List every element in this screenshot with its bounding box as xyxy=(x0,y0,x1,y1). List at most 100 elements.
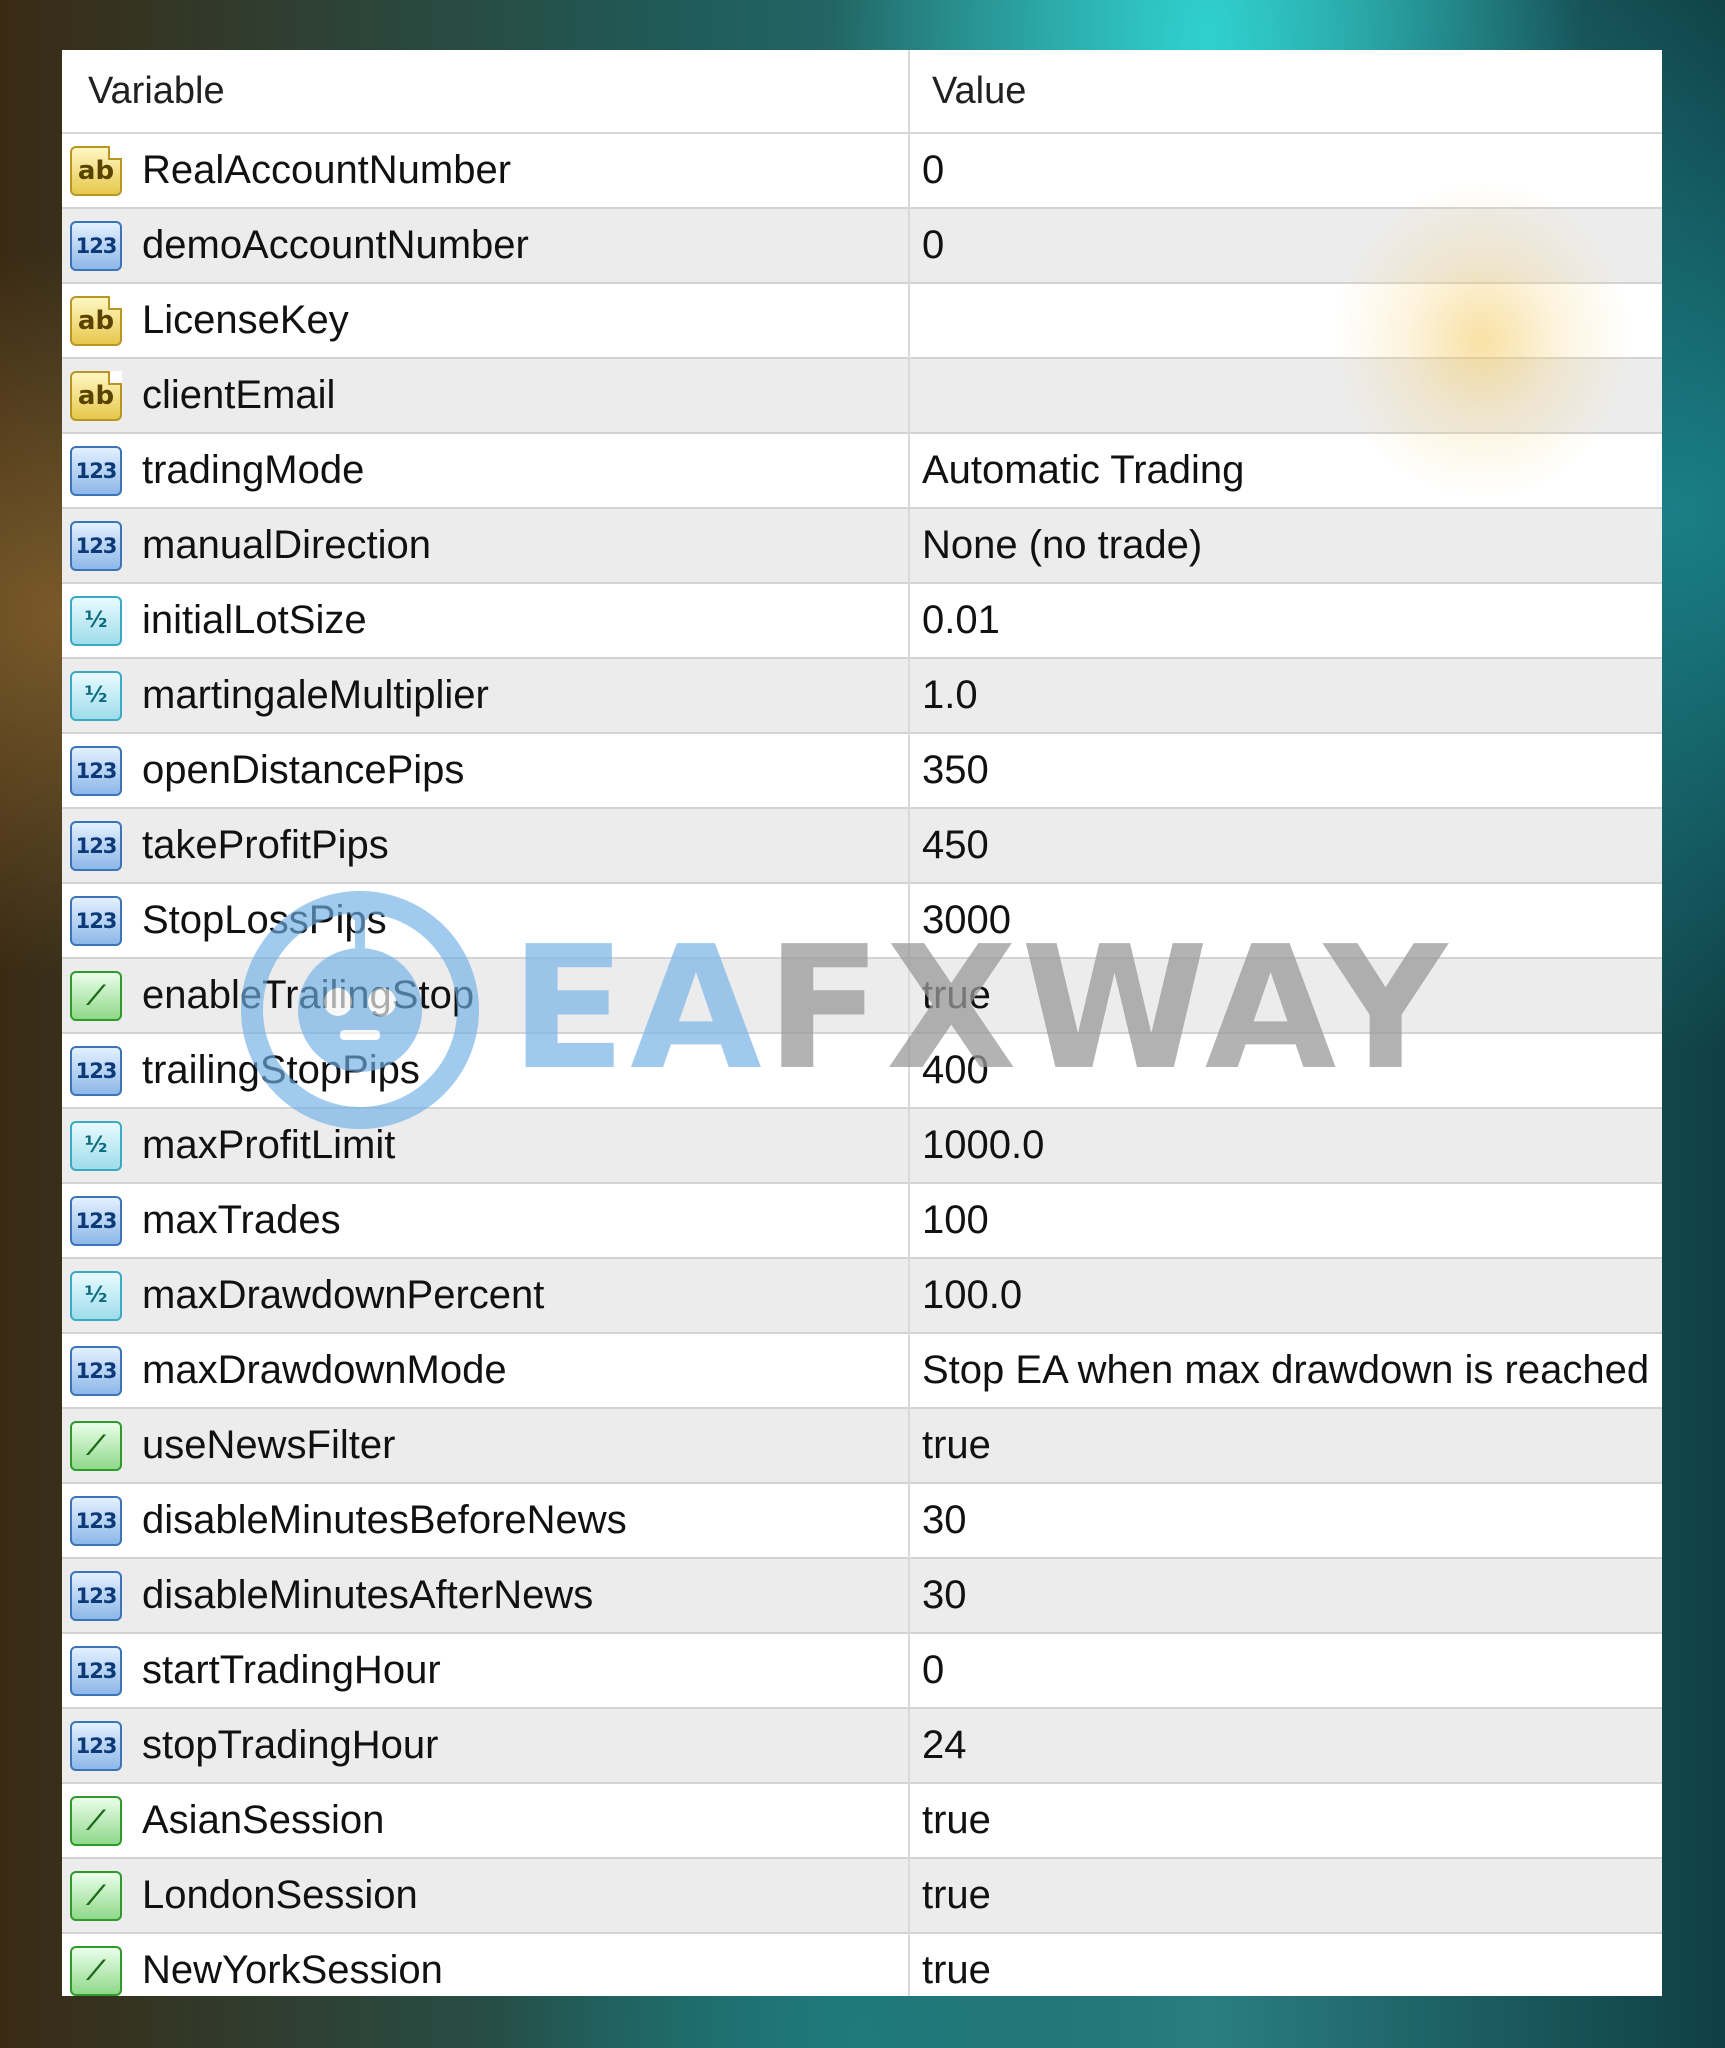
integer-type-icon: 123 xyxy=(70,1196,122,1246)
table-row[interactable]: 123 disableMinutesBeforeNews 30 xyxy=(62,1484,1662,1559)
column-header-variable[interactable]: Variable xyxy=(88,50,225,132)
variable-value[interactable]: 0.01 xyxy=(922,584,1000,657)
variable-value[interactable]: Stop EA when max drawdown is reached xyxy=(922,1334,1649,1407)
variable-name: maxProfitLimit xyxy=(142,1123,396,1167)
variable-name: tradingMode xyxy=(142,448,365,492)
variable-name: demoAccountNumber xyxy=(142,223,529,267)
table-row[interactable]: 123 maxDrawdownMode Stop EA when max drawd… xyxy=(62,1334,1662,1409)
table-row[interactable]: ab RealAccountNumber 0 xyxy=(62,134,1662,209)
variable-name: trailingStopPips xyxy=(142,1048,420,1092)
variable-value[interactable]: true xyxy=(922,959,991,1032)
variable-value[interactable]: 0 xyxy=(922,134,944,207)
variable-value[interactable]: 100 xyxy=(922,1184,989,1257)
integer-type-icon: 123 xyxy=(70,1571,122,1621)
table-row[interactable]: ⟋ LondonSession true xyxy=(62,1859,1662,1934)
variable-name: maxDrawdownMode xyxy=(142,1348,507,1392)
variable-value[interactable]: 30 xyxy=(922,1559,967,1632)
table-row[interactable]: 123 StopLossPips 3000 xyxy=(62,884,1662,959)
variable-value[interactable]: 0 xyxy=(922,209,944,282)
integer-type-icon: 123 xyxy=(70,521,122,571)
variable-value[interactable]: 1000.0 xyxy=(922,1109,1044,1182)
table-row[interactable]: ab clientEmail xyxy=(62,359,1662,434)
variable-name: maxDrawdownPercent xyxy=(142,1273,545,1317)
table-row[interactable]: 123 trailingStopPips 400 xyxy=(62,1034,1662,1109)
boolean-type-icon: ⟋ xyxy=(70,971,122,1021)
integer-type-icon: 123 xyxy=(70,1046,122,1096)
integer-type-icon: 123 xyxy=(70,1496,122,1546)
table-row[interactable]: 123 startTradingHour 0 xyxy=(62,1634,1662,1709)
double-type-icon: ½ xyxy=(70,1271,122,1321)
variable-name: takeProfitPips xyxy=(142,823,389,867)
table-row[interactable]: ab LicenseKey xyxy=(62,284,1662,359)
integer-type-icon: 123 xyxy=(70,221,122,271)
table-row[interactable]: 123 stopTradingHour 24 xyxy=(62,1709,1662,1784)
table-row[interactable]: 123 disableMinutesAfterNews 30 xyxy=(62,1559,1662,1634)
variable-value[interactable]: 1.0 xyxy=(922,659,978,732)
variable-name: startTradingHour xyxy=(142,1648,441,1692)
variable-value[interactable]: true xyxy=(922,1934,991,1996)
variable-value[interactable]: 400 xyxy=(922,1034,989,1107)
table-row[interactable]: ½ maxProfitLimit 1000.0 xyxy=(62,1109,1662,1184)
variable-name: enableTrailingStop xyxy=(142,973,475,1017)
boolean-type-icon: ⟋ xyxy=(70,1871,122,1921)
inputs-table-body: ab RealAccountNumber 0 123 demoAccountNumber… xyxy=(62,134,1662,1996)
variable-name: RealAccountNumber xyxy=(142,148,512,192)
integer-type-icon: 123 xyxy=(70,1646,122,1696)
variable-value[interactable]: 0 xyxy=(922,1634,944,1707)
integer-type-icon: 123 xyxy=(70,746,122,796)
variable-value[interactable]: Automatic Trading xyxy=(922,434,1244,507)
variable-value[interactable]: None (no trade) xyxy=(922,509,1202,582)
variable-value[interactable]: true xyxy=(922,1784,991,1857)
table-row[interactable]: 123 maxTrades 100 xyxy=(62,1184,1662,1259)
table-row[interactable]: ⟋ useNewsFilter true xyxy=(62,1409,1662,1484)
variable-value[interactable]: true xyxy=(922,1409,991,1482)
table-header: Variable Value xyxy=(62,50,1662,134)
table-row[interactable]: ⟋ enableTrailingStop true xyxy=(62,959,1662,1034)
variable-value[interactable]: 100.0 xyxy=(922,1259,1022,1332)
variable-name: LicenseKey xyxy=(142,298,349,342)
table-row[interactable]: ⟋ AsianSession true xyxy=(62,1784,1662,1859)
variable-name: NewYorkSession xyxy=(142,1948,443,1992)
variable-value[interactable]: true xyxy=(922,1859,991,1932)
boolean-type-icon: ⟋ xyxy=(70,1421,122,1471)
table-row[interactable]: 123 openDistancePips 350 xyxy=(62,734,1662,809)
variable-value[interactable]: 350 xyxy=(922,734,989,807)
table-row[interactable]: ½ martingaleMultiplier 1.0 xyxy=(62,659,1662,734)
table-row[interactable]: ½ maxDrawdownPercent 100.0 xyxy=(62,1259,1662,1334)
double-type-icon: ½ xyxy=(70,671,122,721)
variable-value[interactable]: 450 xyxy=(922,809,989,882)
variable-name: LondonSession xyxy=(142,1873,418,1917)
table-row[interactable]: 123 demoAccountNumber 0 xyxy=(62,209,1662,284)
integer-type-icon: 123 xyxy=(70,896,122,946)
table-row[interactable]: 123 takeProfitPips 450 xyxy=(62,809,1662,884)
column-header-value[interactable]: Value xyxy=(932,50,1026,132)
variable-value[interactable]: 30 xyxy=(922,1484,967,1557)
variable-value[interactable]: 3000 xyxy=(922,884,1011,957)
variable-name: manualDirection xyxy=(142,523,432,567)
integer-type-icon: 123 xyxy=(70,446,122,496)
table-row[interactable]: 123 tradingMode Automatic Trading xyxy=(62,434,1662,509)
variable-name: useNewsFilter xyxy=(142,1423,396,1467)
column-divider[interactable] xyxy=(908,50,910,1996)
string-type-icon: ab xyxy=(70,146,122,196)
variable-name: stopTradingHour xyxy=(142,1723,439,1767)
string-type-icon: ab xyxy=(70,371,122,421)
double-type-icon: ½ xyxy=(70,596,122,646)
variable-name: disableMinutesAfterNews xyxy=(142,1573,594,1617)
variable-name: disableMinutesBeforeNews xyxy=(142,1498,627,1542)
integer-type-icon: 123 xyxy=(70,1721,122,1771)
variable-value[interactable]: 24 xyxy=(922,1709,967,1782)
double-type-icon: ½ xyxy=(70,1121,122,1171)
variable-name: maxTrades xyxy=(142,1198,341,1242)
variable-name: initialLotSize xyxy=(142,598,367,642)
table-row[interactable]: ⟋ NewYorkSession true xyxy=(62,1934,1662,1996)
variable-name: StopLossPips xyxy=(142,898,387,942)
table-row[interactable]: 123 manualDirection None (no trade) xyxy=(62,509,1662,584)
variable-name: clientEmail xyxy=(142,373,336,417)
variable-name: martingaleMultiplier xyxy=(142,673,489,717)
boolean-type-icon: ⟋ xyxy=(70,1796,122,1846)
inputs-panel: Variable Value ab RealAccountNumber 0 123 de… xyxy=(62,50,1662,1996)
integer-type-icon: 123 xyxy=(70,821,122,871)
integer-type-icon: 123 xyxy=(70,1346,122,1396)
table-row[interactable]: ½ initialLotSize 0.01 xyxy=(62,584,1662,659)
